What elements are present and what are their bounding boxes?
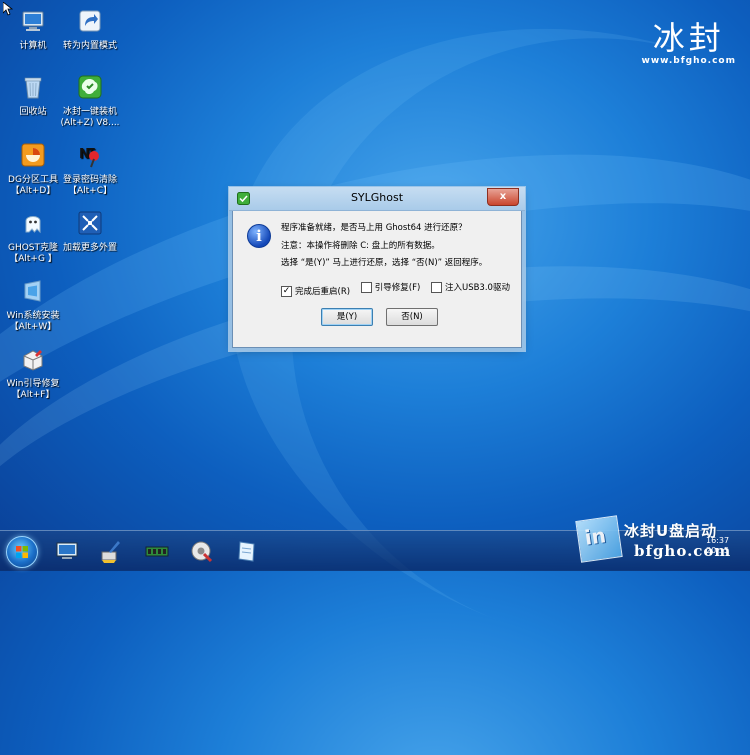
ghost-icon	[25, 216, 41, 234]
checkbox-label: 注入USB3.0驱动	[444, 283, 510, 293]
desktop-icon-builtin-mode[interactable]: 转为内置模式	[57, 8, 123, 52]
logo-url: www.bfgho.com	[641, 56, 736, 66]
monitor-icon[interactable]	[54, 538, 80, 564]
desktop-icon-label-hotkey: 【Alt+F】	[11, 390, 55, 400]
watermark-cube-logo: in	[575, 515, 623, 563]
computer-icon	[22, 11, 44, 31]
checkbox-label: 完成后重启(R)	[295, 287, 351, 297]
clock-date: 20...5	[706, 546, 729, 555]
logo-title: 冰封	[652, 19, 725, 57]
desktop-icon-label: Win引导修复	[6, 379, 60, 389]
dialog-title: SYLGhost	[350, 191, 404, 204]
yes-button[interactable]: 是(Y)	[321, 308, 373, 326]
installer-icon	[78, 75, 102, 99]
windows-logo-icon	[16, 546, 28, 558]
watermark-cube-text: in	[583, 523, 608, 550]
desktop-icon-label-hotkey: 【Alt+G 】	[9, 254, 57, 264]
boot-repair-icon	[23, 350, 43, 371]
clock-time: 16:37	[706, 536, 730, 545]
load-more-icon	[78, 211, 102, 235]
desktop-icon-load-more[interactable]: 加载更多外置	[57, 210, 123, 254]
partition-tool-icon	[21, 143, 45, 167]
cleanup-brush-icon[interactable]	[98, 538, 124, 564]
no-button[interactable]: 否(N)	[386, 308, 438, 326]
dialog-warning-line: 注意：本操作将删除 C: 盘上的所有数据。	[281, 241, 440, 251]
desktop-icon-label: Win系统安装	[6, 311, 60, 321]
checkbox-usb3-driver[interactable]: 注入USB3.0驱动	[430, 281, 510, 293]
dialog-options: ✓ 完成后重启(R) 引导修复(F) 注入USB3.0驱动	[281, 281, 518, 297]
checkbox-checked-icon: ✓	[281, 285, 292, 297]
desktop-icon-label: 登录密码清除	[62, 175, 117, 185]
checkbox-label: 引导修复(F)	[374, 283, 421, 293]
info-icon: i	[247, 224, 271, 248]
desktop-icon-label-hotkey: 【Alt+C】	[67, 186, 112, 196]
checkbox-boot-repair[interactable]: 引导修复(F)	[360, 281, 421, 293]
recycle-bin-icon	[24, 77, 42, 99]
desktop-icon-label: 转为内置模式	[62, 41, 117, 51]
checkbox-unchecked-icon	[360, 281, 372, 293]
checkbox-unchecked-icon	[430, 281, 442, 293]
desktop-icon-label: 加载更多外置	[62, 243, 117, 253]
dialog-instruction-line: 选择 “是(Y)” 马上进行还原，选择 “否(N)” 返回程序。	[281, 258, 488, 268]
desktop-icon-label-hotkey: (Alt+Z) V8....	[60, 118, 120, 128]
desktop-icon-password-clear[interactable]: N T 登录密码清除 【Alt+C】	[57, 142, 123, 197]
desktop-icon-label-hotkey: 【Alt+W】	[9, 322, 57, 332]
dialog-titlebar[interactable]: SYLGhost x	[229, 187, 525, 211]
shortcut-arrow-icon	[79, 10, 101, 32]
desktop-icon-win-install[interactable]: Win系统安装 【Alt+W】	[0, 278, 66, 333]
desktop-icon-boot-repair[interactable]: Win引导修复 【Alt+F】	[0, 346, 66, 401]
checkbox-restart[interactable]: ✓ 完成后重启(R)	[281, 285, 350, 297]
password-clear-icon: N T	[79, 147, 99, 168]
watermark-title: 冰封U盘启动	[624, 522, 718, 540]
settings-tools-icon[interactable]	[188, 538, 214, 564]
dialog-message-line: 程序准备就绪，是否马上用 Ghost64 进行还原？	[281, 223, 467, 233]
sylghost-dialog: SYLGhost x i 程序准备就绪，是否马上用 Ghost64 进行还原？ …	[229, 187, 525, 348]
system-clock[interactable]: 16:37 20...5	[706, 536, 729, 556]
ram-chip-icon[interactable]	[144, 538, 170, 564]
close-button[interactable]: x	[487, 188, 519, 206]
brand-logo: 冰封 www.bfgho.com	[642, 20, 737, 66]
notepad-icon[interactable]	[234, 538, 260, 564]
desktop-icon-label: 冰封一键装机	[62, 107, 117, 117]
start-button[interactable]	[6, 536, 38, 568]
desktop-icon-one-click-install[interactable]: 冰封一键装机 (Alt+Z) V8....	[57, 74, 123, 129]
win-install-icon	[24, 280, 41, 302]
